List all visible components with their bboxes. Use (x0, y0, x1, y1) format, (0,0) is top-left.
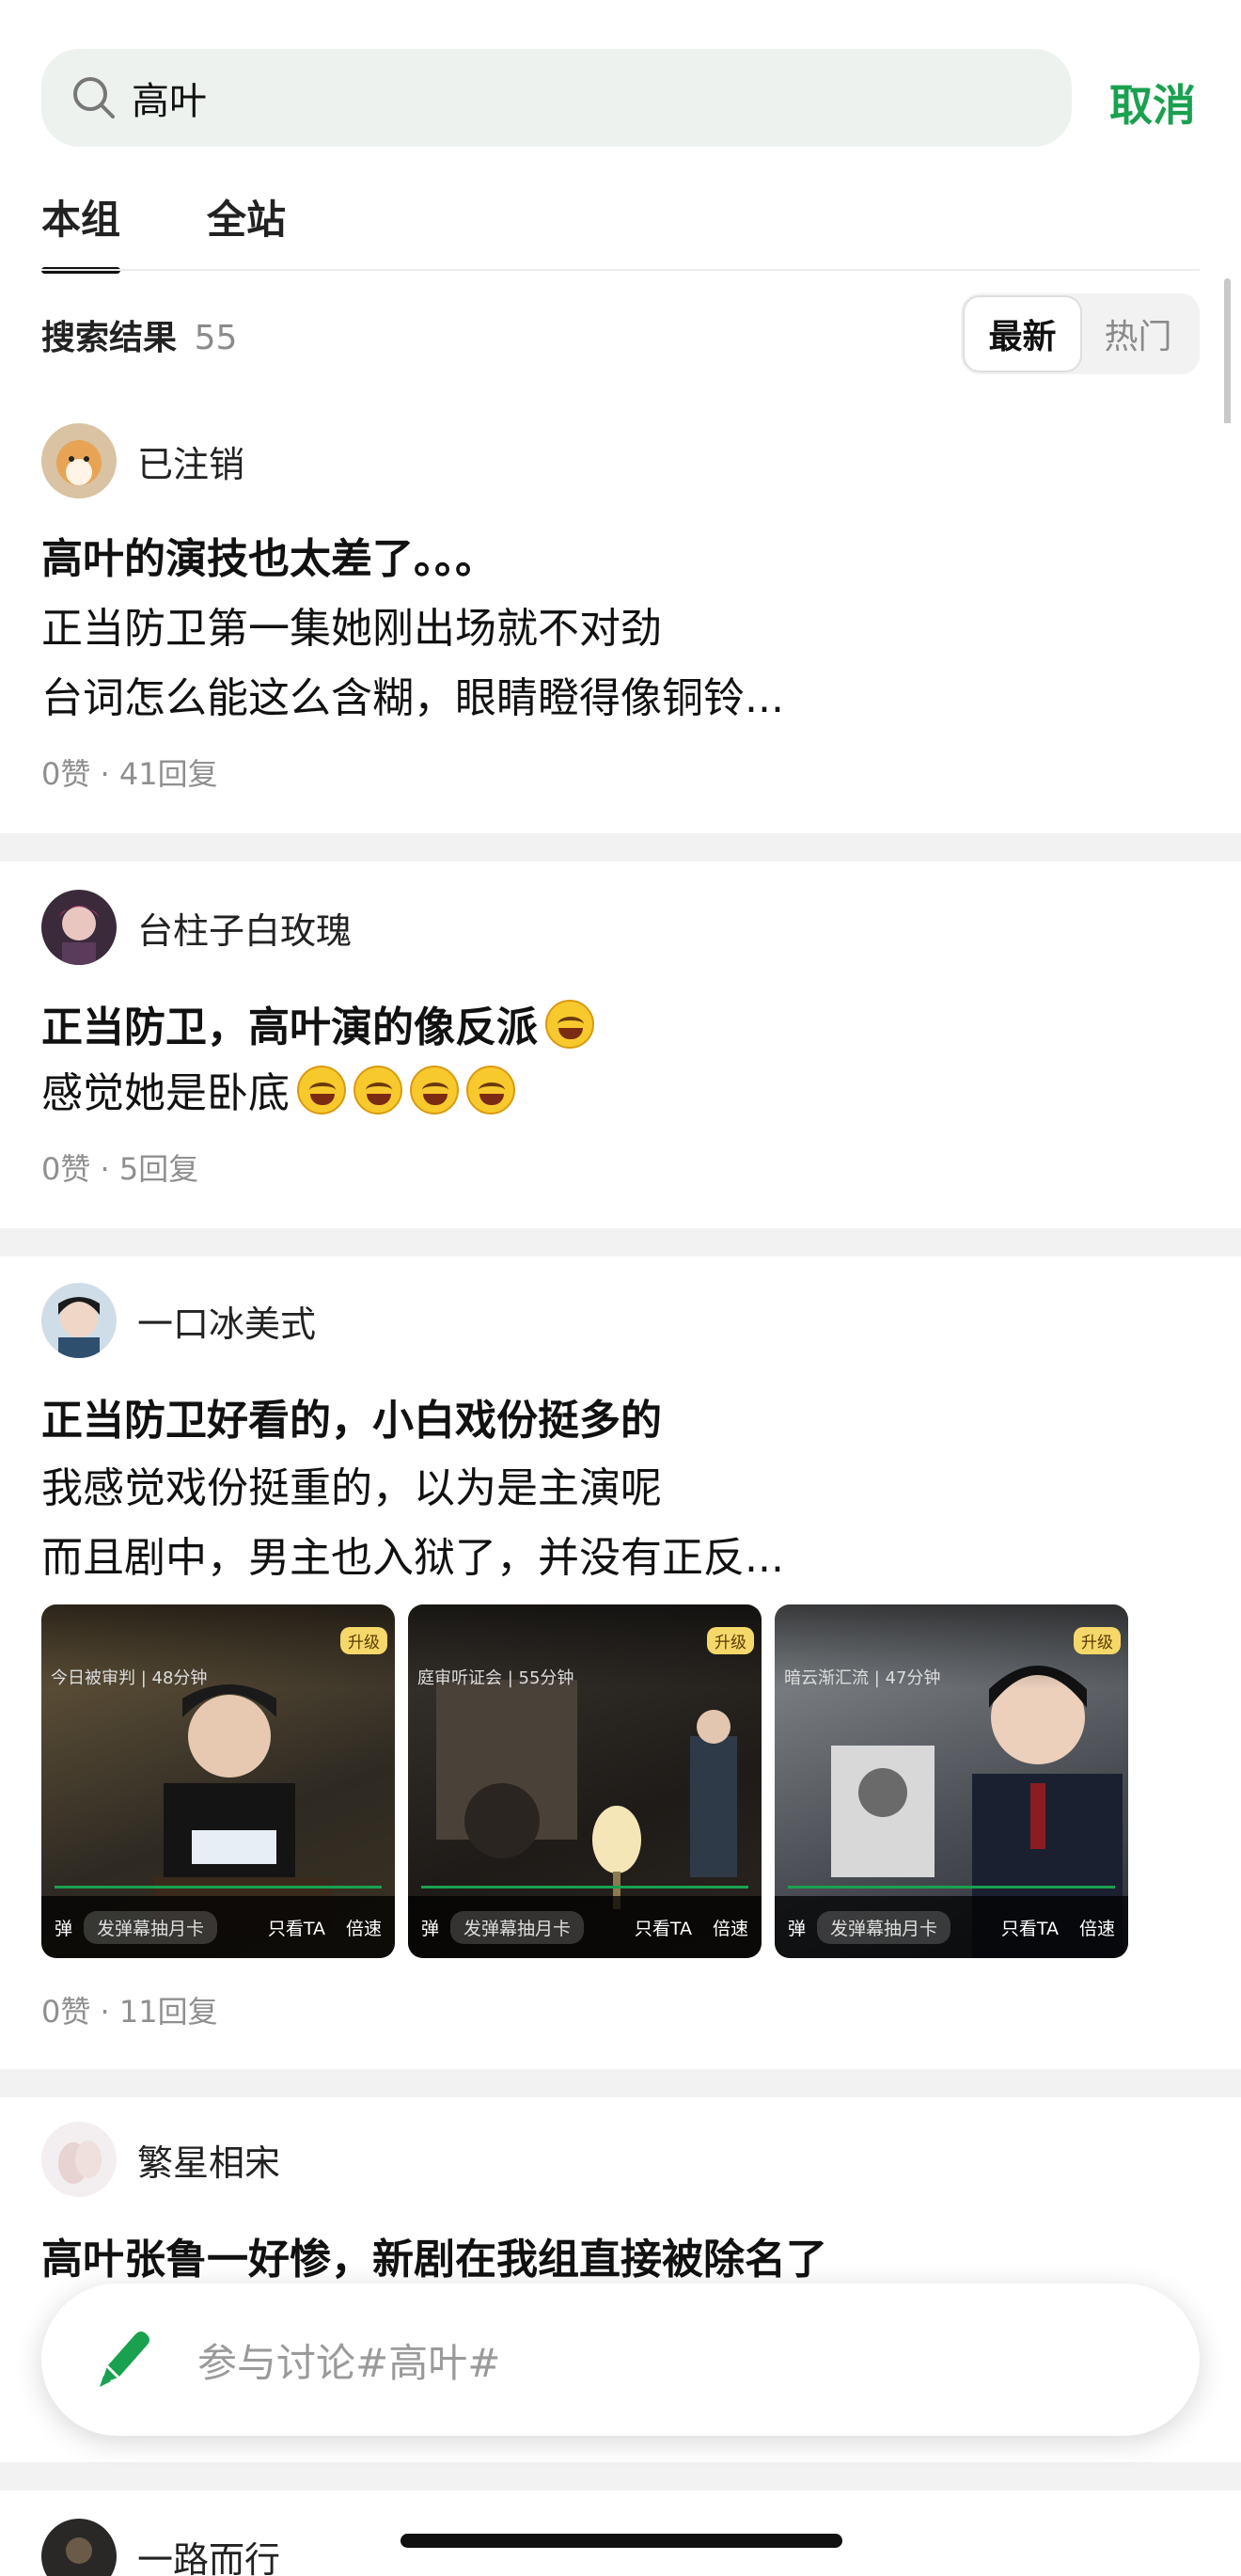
cancel-button[interactable]: 取消 (1109, 71, 1196, 134)
result-count: 55 (194, 319, 238, 357)
video-controls: 弹 发弹幕抽月卡 只看TA 倍速 (775, 1896, 1128, 1958)
post-card[interactable]: 一口冰美式 正当防卫好看的，小白戏份挺多的 我感觉戏份挺重的，以为是主演呢 而且… (0, 1283, 1241, 2035)
post-text-line: 我感觉戏份挺重的，以为是主演呢 (41, 1464, 662, 1512)
post-stats: 0赞 · 41回复 (41, 756, 218, 792)
upgrade-tag: 升级 (1074, 1627, 1121, 1654)
tears-of-joy-emoji-icon (353, 1066, 402, 1114)
speed-button[interactable]: 倍速 (713, 1915, 748, 1940)
post-text-line: 台词怎么能这么含糊，眼睛瞪得像铜铃... (41, 674, 784, 722)
post-card[interactable]: 台柱子白玫瑰 正当防卫，高叶演的像反派 感觉她是卧底 0赞 · 5回复 (0, 890, 1241, 1187)
only-ta-button[interactable]: 只看TA (635, 1915, 692, 1940)
video-caption: 庭审听证会 | 55分钟 (417, 1668, 574, 1688)
compose-input[interactable]: 参与讨论#高叶# (197, 2331, 500, 2389)
tab-divider (41, 269, 1200, 271)
post-title: 高叶张鲁一好惨，新剧在我组直接被除名了 (41, 2236, 827, 2284)
result-header: 搜索结果 55 (41, 310, 237, 359)
author-name[interactable]: 已注销 (137, 435, 244, 487)
author-name[interactable]: 台柱子白玫瑰 (137, 902, 352, 954)
post-header: 已注销 (41, 423, 244, 498)
media-gallery: 升级 今日被审判 | 48分钟 弹 发弹幕抽月卡 只看TA 倍速 升级 庭审听证会… (41, 1604, 1128, 1958)
post-title: 高叶的演技也太差了。。。 (41, 535, 496, 583)
avatar[interactable] (41, 2122, 117, 2197)
sort-hot-button[interactable]: 热门 (1080, 297, 1196, 371)
tab-group[interactable]: 本组 (41, 188, 121, 274)
speed-button[interactable]: 倍速 (1079, 1915, 1115, 1940)
post-text: 感觉她是卧底 (41, 1069, 290, 1117)
tears-of-joy-emoji-icon (410, 1066, 459, 1114)
post-header: 一口冰美式 (41, 1283, 316, 1358)
post-title: 正当防卫，高叶演的像反派 (41, 993, 594, 1053)
sort-latest-button[interactable]: 最新 (965, 297, 1080, 371)
author-name[interactable]: 繁星相宋 (137, 2134, 280, 2186)
upgrade-tag: 升级 (707, 1627, 754, 1654)
post-title-text: 正当防卫，高叶演的像反派 (41, 1004, 538, 1051)
compose-bar[interactable]: 参与讨论#高叶# (41, 2284, 1200, 2436)
danmaku-toggle[interactable]: 弹 (788, 1915, 806, 1940)
divider (0, 833, 1241, 861)
home-indicator (401, 2534, 842, 2548)
danmaku-input[interactable]: 发弹幕抽月卡 (84, 1910, 218, 1944)
post-header: 一路而行 (41, 2519, 280, 2576)
video-caption: 今日被审判 | 48分钟 (51, 1668, 208, 1688)
avatar[interactable] (41, 1283, 117, 1358)
only-ta-button[interactable]: 只看TA (268, 1915, 325, 1940)
video-caption: 暗云渐汇流 | 47分钟 (784, 1668, 941, 1688)
danmaku-toggle[interactable]: 弹 (55, 1915, 72, 1940)
post-stats: 0赞 · 5回复 (41, 1151, 199, 1187)
video-thumbnail[interactable]: 升级 今日被审判 | 48分钟 弹 发弹幕抽月卡 只看TA 倍速 (41, 1604, 395, 1958)
danmaku-toggle[interactable]: 弹 (421, 1915, 439, 1940)
tears-of-joy-emoji-icon (297, 1066, 346, 1114)
video-progress (788, 1886, 1115, 1889)
post-text-line: 正当防卫第一集她刚出场就不对劲 (41, 605, 662, 653)
danmaku-input[interactable]: 发弹幕抽月卡 (817, 1910, 951, 1944)
only-ta-button[interactable]: 只看TA (1001, 1915, 1059, 1940)
author-name[interactable]: 一口冰美式 (137, 1295, 316, 1347)
post-header: 台柱子白玫瑰 (41, 890, 352, 965)
scope-tabs: 本组 全站 (41, 188, 286, 274)
avatar[interactable] (41, 2519, 117, 2576)
video-thumbnail[interactable]: 升级 暗云渐汇流 | 47分钟 弹 发弹幕抽月卡 只看TA 倍速 (775, 1604, 1128, 1958)
sweat-smile-emoji-icon (545, 1000, 594, 1049)
avatar[interactable] (41, 890, 117, 965)
author-name[interactable]: 一路而行 (137, 2531, 280, 2576)
divider (0, 1228, 1241, 1256)
divider (0, 2069, 1241, 2097)
post-text-line: 而且剧中，男主也入狱了，并没有正反... (41, 1534, 784, 1582)
search-icon (68, 71, 120, 124)
video-progress (421, 1886, 748, 1889)
danmaku-input[interactable]: 发弹幕抽月卡 (450, 1910, 585, 1944)
post-card[interactable]: 已注销 高叶的演技也太差了。。。 正当防卫第一集她刚出场就不对劲 台词怎么能这么… (0, 423, 1241, 828)
search-bar[interactable]: 高叶 (41, 49, 1072, 147)
sort-toggle: 最新 热门 (961, 293, 1200, 374)
video-thumbnail[interactable]: 升级 庭审听证会 | 55分钟 弹 发弹幕抽月卡 只看TA 倍速 (408, 1604, 762, 1958)
video-progress (55, 1886, 382, 1889)
post-stats: 0赞 · 11回复 (41, 1994, 218, 2030)
avatar[interactable] (41, 423, 117, 498)
tab-site[interactable]: 全站 (207, 188, 286, 274)
search-input[interactable]: 高叶 (132, 71, 207, 125)
divider (0, 2462, 1241, 2490)
pen-icon (94, 2327, 152, 2393)
post-title: 正当防卫好看的，小白戏份挺多的 (41, 1397, 662, 1445)
tears-of-joy-emoji-icon (466, 1066, 515, 1114)
upgrade-tag: 升级 (340, 1627, 387, 1654)
speed-button[interactable]: 倍速 (346, 1915, 382, 1940)
video-controls: 弹 发弹幕抽月卡 只看TA 倍速 (41, 1896, 395, 1958)
result-label: 搜索结果 (41, 319, 178, 357)
post-header: 繁星相宋 (41, 2122, 280, 2197)
post-text-line: 感觉她是卧底 (41, 1059, 515, 1119)
video-controls: 弹 发弹幕抽月卡 只看TA 倍速 (408, 1896, 762, 1958)
